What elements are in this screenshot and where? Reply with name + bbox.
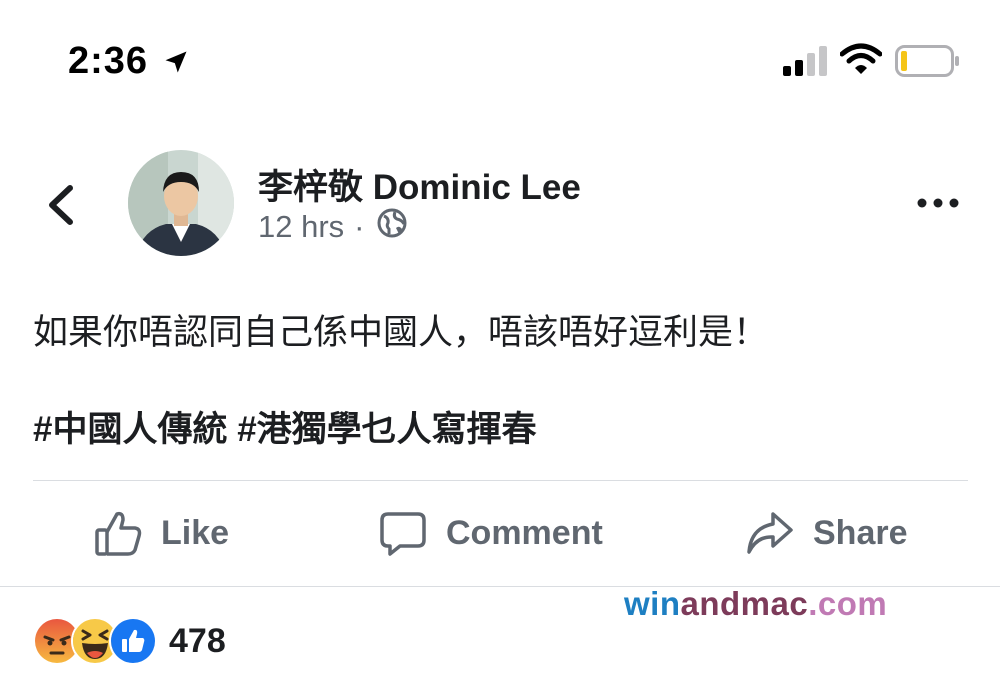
watermark-part: .com	[808, 585, 888, 622]
share-label: Share	[813, 513, 908, 552]
avatar[interactable]	[128, 150, 234, 256]
watermark-part: andmac	[680, 585, 809, 622]
cellular-signal-icon	[783, 46, 829, 81]
post-meta: 12 hrs ·	[258, 208, 407, 246]
post-hashtags[interactable]: #中國人傳統 #港獨學乜人寫揮春	[33, 410, 537, 450]
divider	[33, 480, 968, 481]
wifi-icon	[839, 42, 883, 81]
status-bar: 2:36	[0, 0, 1000, 110]
post-header: 李梓敬 Dominic Lee 12 hrs ·	[0, 140, 1000, 270]
more-horizontal-icon	[917, 198, 959, 208]
chevron-left-icon	[49, 185, 73, 225]
thumbs-up-icon	[93, 508, 143, 558]
post-time[interactable]: 12 hrs	[258, 209, 344, 245]
post-actions: Like Comment Share	[0, 490, 1000, 582]
share-button[interactable]: Share	[745, 508, 908, 558]
back-button[interactable]	[40, 182, 86, 228]
location-arrow-icon	[162, 48, 190, 81]
reactions-summary[interactable]: 478	[33, 617, 226, 665]
watermark-part: win	[624, 585, 681, 622]
comment-button[interactable]: Comment	[378, 508, 603, 558]
watermark: winandmac.com	[624, 585, 887, 623]
like-label: Like	[161, 513, 230, 552]
post-text: 如果你唔認同自己係中國人，唔該唔好逗利是！	[33, 313, 769, 352]
like-button[interactable]: Like	[93, 508, 229, 558]
more-options-button[interactable]	[910, 190, 966, 216]
share-arrow-icon	[745, 508, 795, 558]
like-reaction-icon	[109, 617, 157, 665]
status-time: 2:36	[68, 40, 149, 82]
battery-low-icon	[895, 45, 961, 82]
comment-bubble-icon	[378, 508, 428, 558]
author-name[interactable]: 李梓敬 Dominic Lee	[258, 159, 581, 210]
globe-icon	[377, 208, 407, 246]
meta-separator: ·	[354, 209, 365, 244]
comment-label: Comment	[446, 513, 603, 552]
reaction-count: 478	[169, 621, 226, 660]
